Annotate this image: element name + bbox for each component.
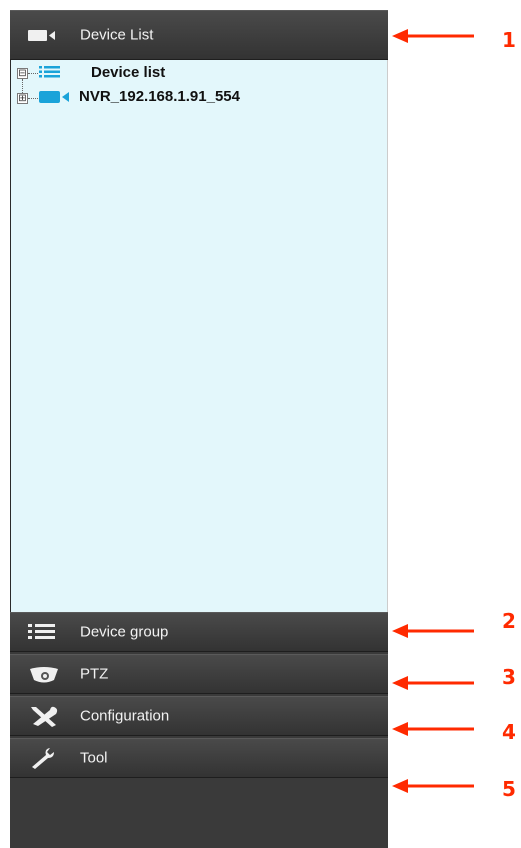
configuration-section[interactable]: Configuration bbox=[10, 696, 388, 736]
video-camera-icon bbox=[28, 30, 55, 41]
tree-node-nvr[interactable]: NVR_192.168.1.91_554 bbox=[39, 88, 240, 105]
section-label: Device group bbox=[80, 623, 169, 641]
tree-connector bbox=[28, 73, 38, 74]
device-tree: ⊟ Device list ⊞ NVR_192.168.1.91_554 bbox=[10, 60, 388, 620]
callout-arrow bbox=[392, 779, 474, 793]
collapse-toggle[interactable]: ⊟ bbox=[17, 68, 28, 79]
callout-number-2: 2 bbox=[502, 609, 516, 633]
callout-arrow bbox=[392, 722, 474, 736]
callout-arrow bbox=[392, 676, 474, 690]
callout-number-5: 5 bbox=[502, 777, 516, 801]
section-label: Tool bbox=[80, 749, 108, 767]
callout-number-1: 1 bbox=[502, 28, 516, 52]
device-group-section[interactable]: Device group bbox=[10, 612, 388, 652]
list-icon bbox=[39, 65, 60, 77]
device-list-header-label: Device List bbox=[80, 26, 154, 44]
callout-number-4: 4 bbox=[502, 720, 516, 744]
tool-section[interactable]: Tool bbox=[10, 738, 388, 778]
list-icon bbox=[28, 624, 55, 639]
callout-arrow bbox=[392, 624, 474, 638]
device-list-header[interactable]: Device List bbox=[10, 10, 388, 60]
device-panel: Device List ⊟ Device list ⊞ NVR_192.168.… bbox=[10, 10, 388, 848]
dome-camera-icon bbox=[30, 667, 58, 683]
ptz-section[interactable]: PTZ bbox=[10, 654, 388, 694]
section-label: Configuration bbox=[80, 707, 170, 725]
callout-arrow bbox=[392, 29, 474, 43]
video-camera-icon bbox=[39, 90, 69, 103]
tree-node-label: Device list bbox=[91, 64, 166, 81]
callout-number-3: 3 bbox=[502, 665, 516, 689]
wrench-icon bbox=[32, 748, 54, 769]
tree-node-label: NVR_192.168.1.91_554 bbox=[79, 88, 240, 105]
section-label: PTZ bbox=[80, 665, 109, 683]
tools-icon bbox=[31, 706, 58, 727]
expand-toggle[interactable]: ⊞ bbox=[17, 93, 28, 104]
tree-node-device-list[interactable]: Device list bbox=[39, 64, 165, 81]
tree-connector bbox=[28, 98, 38, 99]
